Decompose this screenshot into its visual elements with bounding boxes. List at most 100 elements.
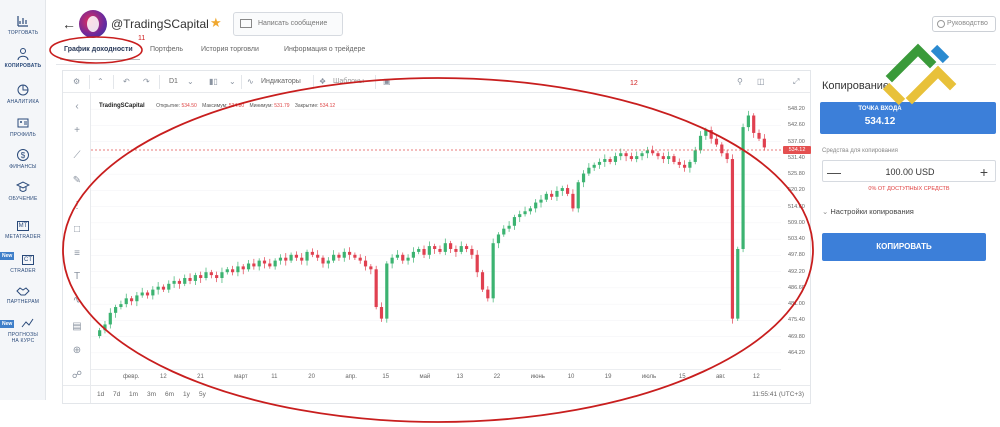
candle	[714, 134, 719, 147]
ruler-icon[interactable]: ▤	[71, 321, 83, 333]
candle-body	[571, 193, 575, 209]
send-message-button[interactable]: Написать сообщение	[233, 12, 343, 36]
star-icon[interactable]: ★	[210, 15, 222, 31]
svg-text:$: $	[21, 151, 26, 160]
candle	[496, 232, 501, 249]
candle	[709, 126, 713, 144]
fullscreen-icon[interactable]: ⤢	[793, 76, 799, 88]
range-1y[interactable]: 1y	[183, 391, 190, 398]
candle	[581, 170, 586, 188]
candle-body	[656, 153, 660, 157]
annotation-marker-12: 12	[630, 80, 638, 87]
sidebar-item-partners[interactable]: ПАРТНЕРАМ	[0, 283, 46, 305]
tab-trader-info[interactable]: Информация о трейдере	[284, 46, 365, 53]
indicators-button[interactable]: Индикаторы	[261, 76, 301, 88]
candle-body	[103, 324, 107, 331]
candle	[512, 214, 517, 230]
candle-body	[177, 280, 182, 284]
undo-icon[interactable]: ↶	[123, 76, 130, 88]
guide-button[interactable]: Руководство	[932, 16, 996, 32]
candle-body	[108, 312, 112, 325]
legend-symbol: TradingSCapital	[99, 103, 145, 109]
sidebar-item-forecast[interactable]: New ПРОГНОЗЫ НА КУРС	[0, 316, 46, 344]
chevron-up-icon[interactable]: ⌃	[97, 76, 104, 88]
sidebar-item-metatrader[interactable]: MT METATRADER	[0, 214, 46, 240]
candle-body	[550, 193, 554, 197]
camera-icon[interactable]: ▣	[383, 76, 391, 88]
arrow-left-icon[interactable]: ‹	[71, 101, 83, 113]
range-7d[interactable]: 7d	[113, 391, 120, 398]
candle	[220, 267, 224, 283]
candle	[236, 261, 240, 277]
candle	[661, 152, 665, 164]
candle	[752, 113, 756, 138]
candle-body	[528, 208, 532, 212]
search-icon[interactable]: ⚲	[737, 76, 743, 88]
divider	[56, 64, 996, 65]
candle-body	[736, 248, 740, 319]
available-funds-note: 0% ОТ ДОСТУПНЫХ СРЕДСТВ	[868, 186, 950, 192]
candle	[746, 110, 750, 132]
candle-body	[374, 269, 378, 308]
ct-icon: CT	[22, 255, 34, 265]
chevron-down-icon[interactable]: ⌄	[229, 76, 236, 88]
sidebar-item-label: КОПИРОВАТЬ	[4, 63, 42, 69]
candles-icon[interactable]: ▮▯	[209, 76, 218, 88]
crosshair-icon[interactable]: +	[71, 125, 83, 137]
brush-icon[interactable]: ✎	[71, 175, 83, 187]
trendline-icon[interactable]: ⟋	[71, 150, 83, 162]
candle	[427, 241, 431, 259]
zoom-icon[interactable]: ⊕	[71, 345, 83, 357]
range-1d[interactable]: 1d	[97, 391, 104, 398]
copy-settings-toggle[interactable]: ⌄ Настройки копирования	[822, 207, 914, 216]
candle	[720, 142, 724, 157]
tab-portfolio[interactable]: Портфель	[150, 46, 183, 53]
candle-body	[268, 263, 272, 267]
sidebar-item-copy[interactable]: КОПИРОВАТЬ	[0, 47, 46, 69]
settings-icon[interactable]: ⚙	[73, 76, 80, 88]
price-tick-label: 548.20	[788, 106, 805, 113]
sidebar-item-education[interactable]: ОБУЧЕНИЕ	[0, 180, 46, 202]
copy-button[interactable]: КОПИРОВАТЬ	[822, 233, 986, 261]
candle-body	[523, 211, 527, 215]
pitchfork-icon[interactable]: ⋮	[71, 200, 83, 212]
tab-profit-chart[interactable]: График доходности	[64, 46, 133, 53]
candle-body	[667, 156, 671, 160]
lock-icon[interactable]: ☍	[71, 370, 83, 382]
pattern-icon[interactable]: ∿	[71, 295, 83, 307]
save-icon[interactable]: ◫	[757, 76, 765, 88]
redo-icon[interactable]: ↷	[143, 76, 150, 88]
candle-body	[363, 260, 368, 267]
candle-body	[172, 280, 176, 284]
shape-icon[interactable]: □	[71, 224, 83, 236]
candle-body	[741, 127, 745, 249]
range-1m[interactable]: 1m	[129, 391, 138, 398]
sidebar-item-ctrader[interactable]: New CT CTRADER	[0, 248, 46, 274]
timeframe-select[interactable]: D1	[169, 76, 178, 88]
sidebar-item-finance[interactable]: $ ФИНАНСЫ	[0, 148, 46, 170]
back-arrow-icon[interactable]: ←	[62, 16, 76, 32]
candlestick-chart[interactable]	[91, 93, 781, 369]
fib-icon[interactable]: ≡	[71, 248, 83, 260]
range-3m[interactable]: 3m	[147, 391, 156, 398]
plus-icon[interactable]: +	[975, 163, 993, 181]
tab-trade-history[interactable]: История торговли	[201, 46, 259, 53]
minus-icon[interactable]: —	[825, 163, 843, 181]
time-axis[interactable]: февр. 12 21 март 11 20 апр. 15 май 13 22 июнь 10 19 ию…	[91, 369, 781, 385]
candle	[289, 252, 293, 263]
sidebar-item-profile[interactable]: ПРОФИЛЬ	[0, 116, 46, 138]
amount-input[interactable]: 100.00 USD	[843, 161, 977, 183]
templates-icon: ❖	[319, 77, 327, 86]
range-6m[interactable]: 6m	[165, 391, 174, 398]
chevron-down-icon[interactable]: ⌄	[187, 76, 194, 88]
candle-body	[635, 156, 639, 160]
templates-button[interactable]: Шаблоны	[333, 76, 364, 88]
candle-body	[619, 153, 623, 157]
candle-body	[698, 135, 703, 151]
price-axis[interactable]: 548.20 542.60 537.00 531.40 525.80 520.20 514.…	[781, 93, 811, 369]
sidebar-item-trade[interactable]: ТОРГОВАТЬ	[0, 14, 46, 36]
text-icon[interactable]: T	[71, 271, 83, 283]
amount-stepper[interactable]: — 100.00 USD +	[822, 160, 996, 182]
range-5y[interactable]: 5y	[199, 391, 206, 398]
sidebar-item-analytics[interactable]: АНАЛИТИКА	[0, 83, 46, 105]
